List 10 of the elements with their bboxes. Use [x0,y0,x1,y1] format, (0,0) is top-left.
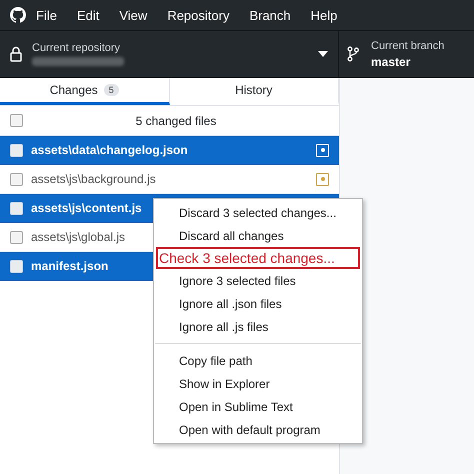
file-path: assets\js\content.js [31,201,142,215]
count-badge: 5 [104,84,119,96]
file-path: assets\js\background.js [31,172,156,186]
file-path: assets\data\changelog.json [31,143,188,157]
changed-files-count: 5 changed files [134,114,218,128]
file-path: manifest.json [31,259,108,273]
file-path: assets\js\global.js [31,230,126,244]
branch-label: Current branch [371,40,446,52]
repository-label: Current repository [32,42,122,54]
branch-name: master [371,54,412,68]
